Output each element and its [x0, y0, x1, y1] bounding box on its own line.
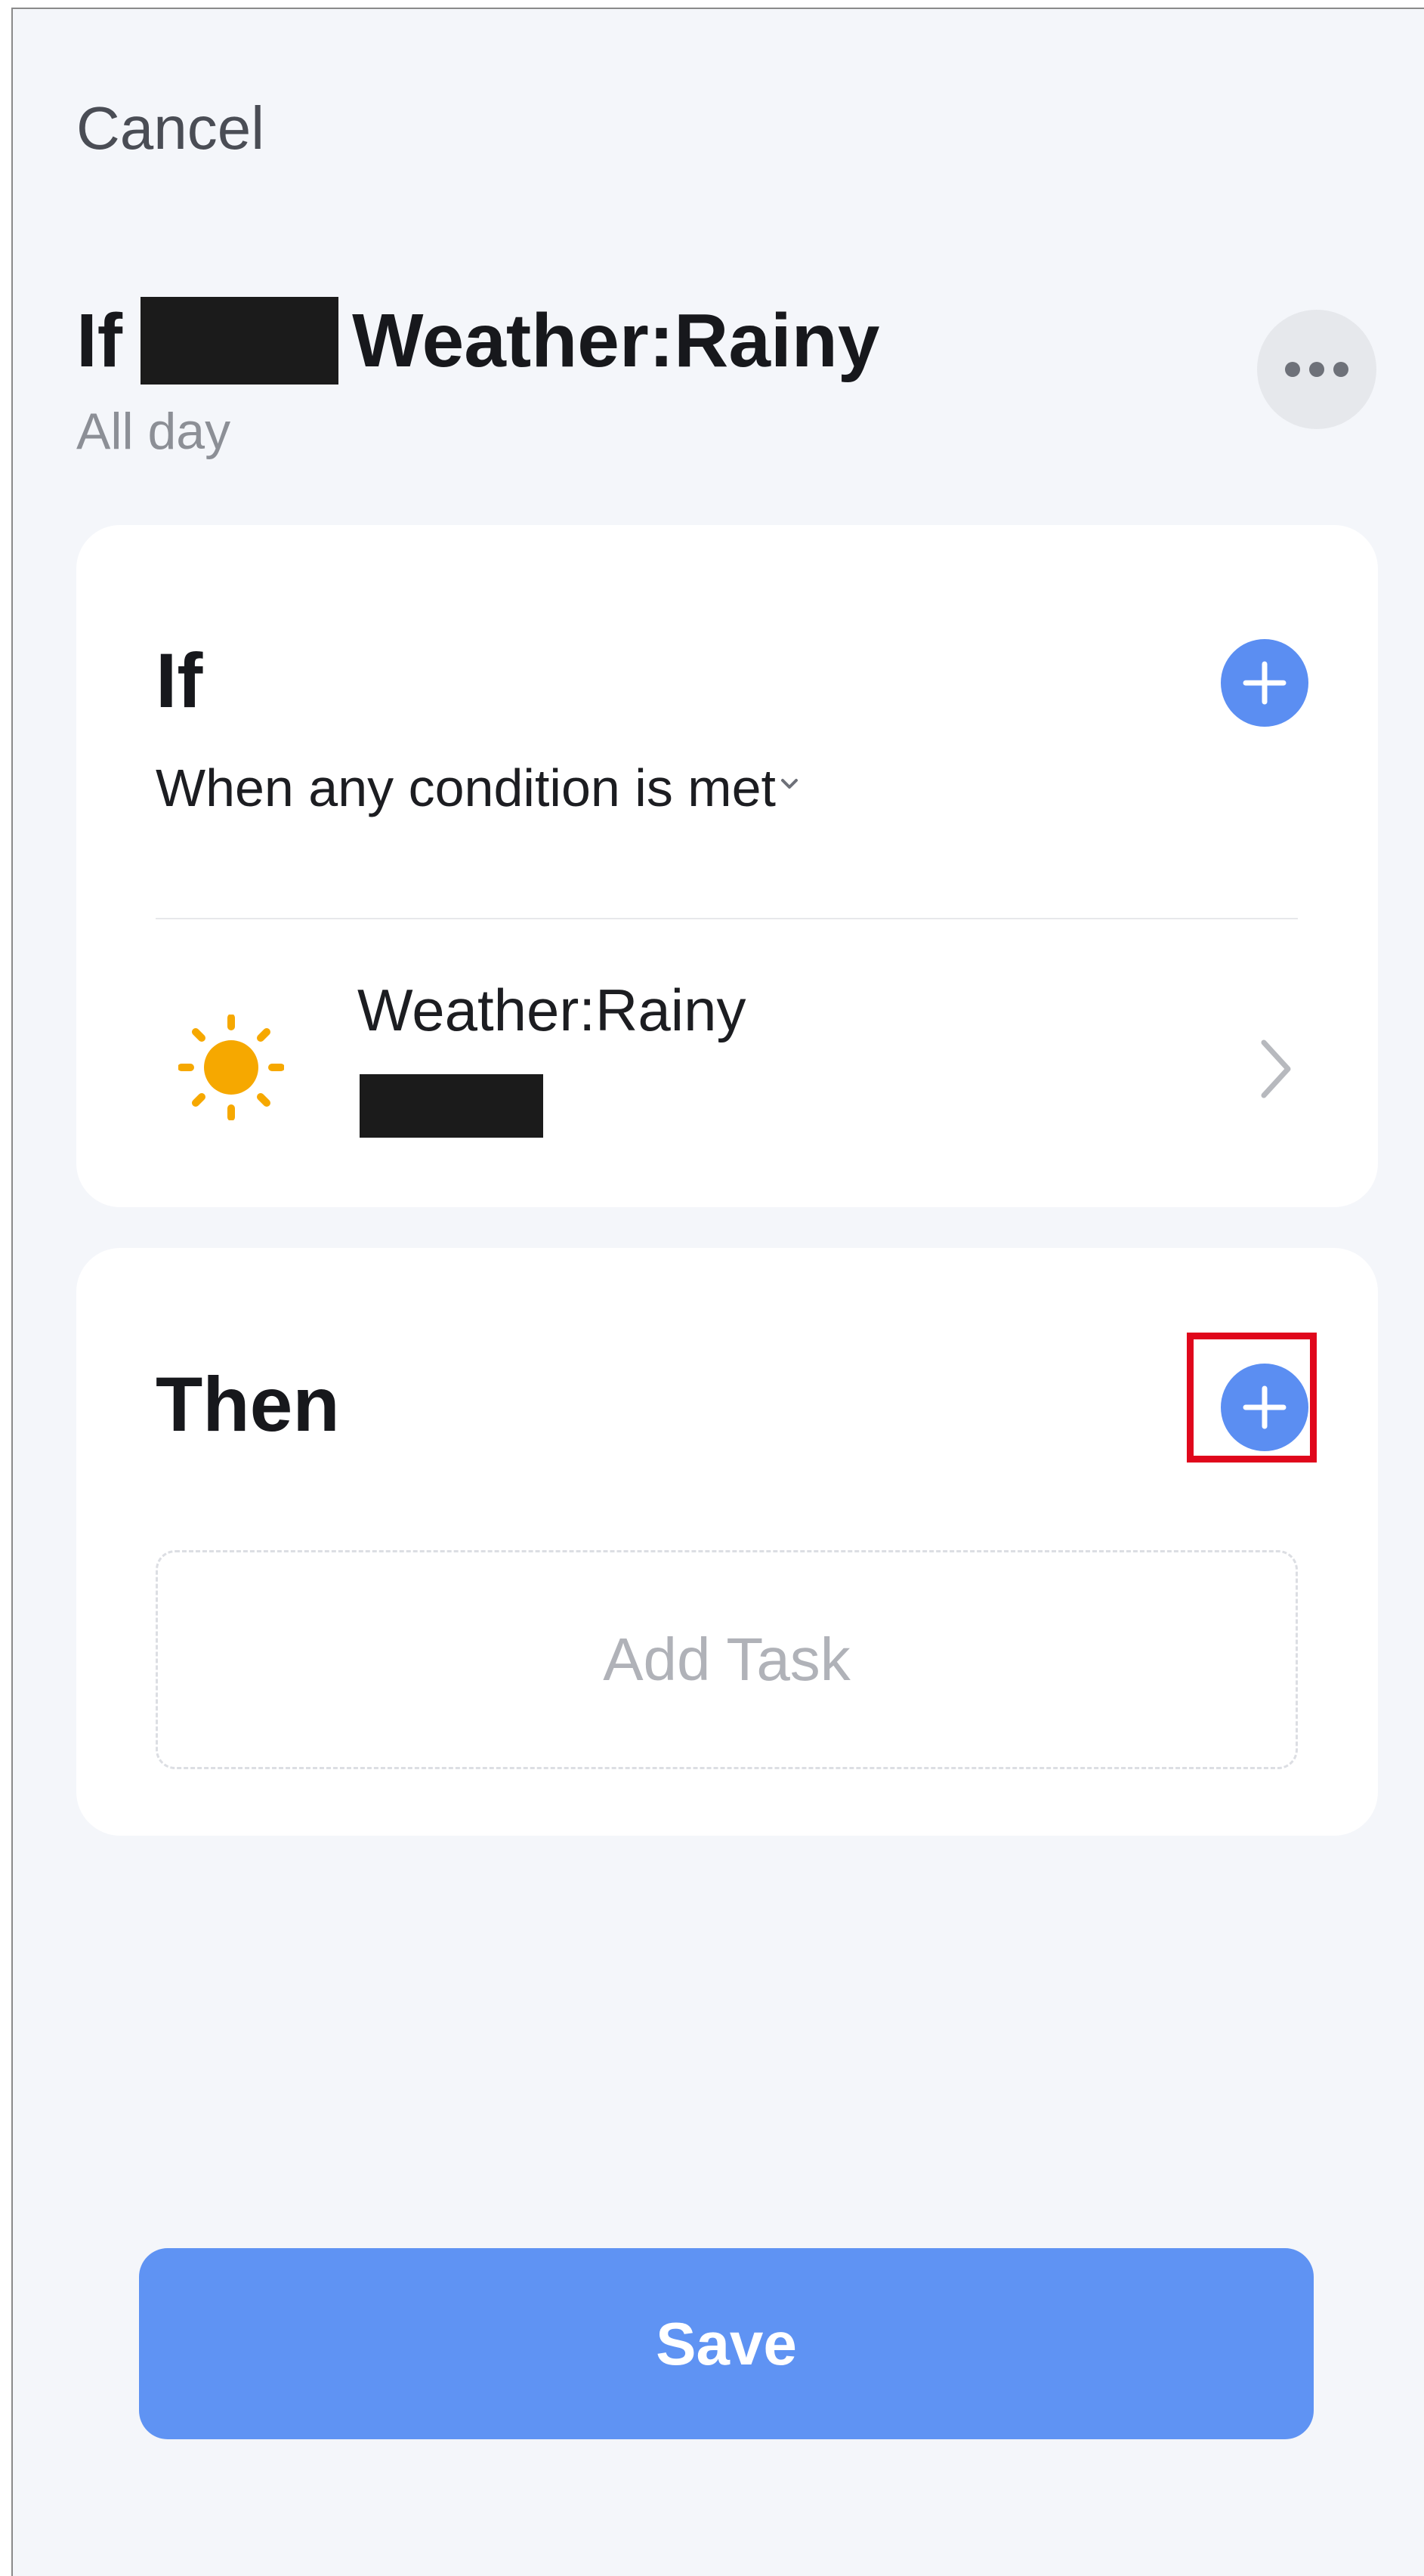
page-subtitle: All day	[76, 403, 231, 460]
if-section-title: If	[156, 638, 203, 724]
plus-icon	[1243, 1385, 1287, 1429]
save-label: Save	[656, 2309, 797, 2377]
page-title-suffix: Weather:Rainy	[352, 298, 880, 383]
add-action-button[interactable]	[1221, 1364, 1308, 1451]
chevron-right-icon	[1261, 1039, 1291, 1098]
add-condition-button[interactable]	[1221, 639, 1308, 727]
then-section-title: Then	[156, 1361, 340, 1447]
scene-editor-screen: Cancel If Weather:Rainy All day If When …	[11, 8, 1424, 2576]
chevron-down-icon	[780, 779, 798, 789]
if-card: If When any condition is met Weather:Rai…	[76, 525, 1378, 1207]
redacted-block	[360, 1074, 543, 1138]
condition-mode-label: When any condition is met	[156, 758, 776, 817]
page-title: If Weather:Rainy	[76, 296, 879, 385]
condition-mode-dropdown[interactable]: When any condition is met	[156, 761, 800, 814]
add-task-placeholder[interactable]: Add Task	[156, 1550, 1298, 1769]
more-horizontal-icon	[1280, 362, 1353, 377]
divider	[156, 918, 1298, 919]
plus-icon	[1243, 661, 1287, 705]
condition-title: Weather:Rainy	[357, 977, 746, 1043]
more-options-button[interactable]	[1257, 310, 1376, 429]
page-title-prefix: If	[76, 298, 123, 383]
then-card: Then Add Task	[76, 1248, 1378, 1836]
redacted-block	[141, 297, 339, 385]
cancel-button[interactable]: Cancel	[76, 98, 264, 159]
sun-icon	[178, 1015, 284, 1120]
save-button[interactable]: Save	[139, 2248, 1314, 2439]
add-task-label: Add Task	[603, 1626, 851, 1693]
